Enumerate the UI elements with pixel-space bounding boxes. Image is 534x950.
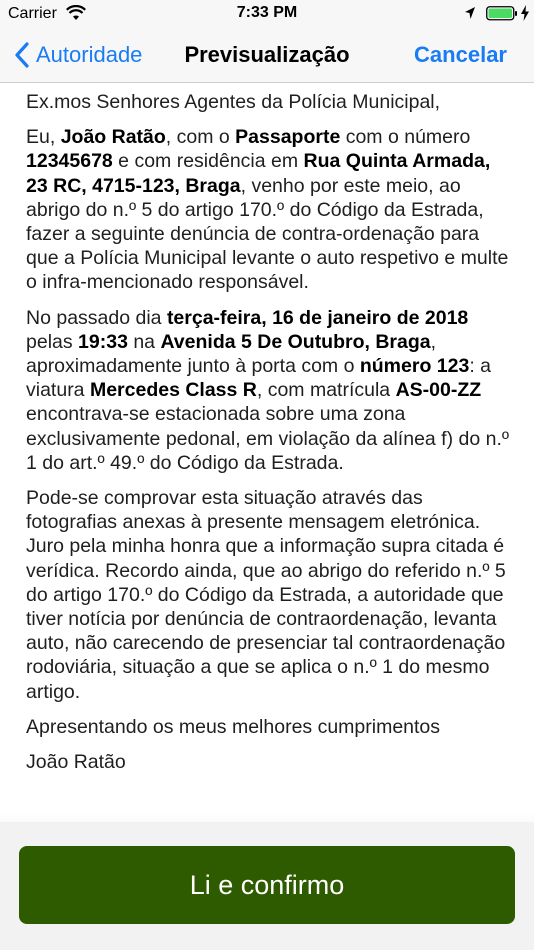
letter-paragraph-identity: Eu, João Ratão, com o Passaporte com o n… <box>26 126 509 294</box>
clock: 7:33 PM <box>236 4 298 21</box>
status-bar: Carrier 7:33 PM <box>0 0 534 28</box>
occurrence-place: Avenida 5 De Outubro, Braga <box>160 330 431 353</box>
complainant-name: João Ratão <box>60 126 166 149</box>
letter-paragraph-declaration: Pode-se comprovar esta situação através … <box>26 487 506 703</box>
occurrence-door-number: número 123 <box>359 355 470 378</box>
vehicle-model: Mercedes Class R <box>89 379 257 402</box>
navigation-bar: Autoridade Previsualização Cancelar <box>0 28 534 83</box>
charging-bolt-icon <box>521 5 529 21</box>
occurrence-date: terça-feira, 16 de janeiro de 2018 <box>166 306 469 329</box>
license-plate: AS-00-ZZ <box>395 379 482 402</box>
letter-preview: Ex.mos Senhores Agentes da Polícia Munic… <box>26 90 516 785</box>
letter-signature: João Ratão <box>26 751 126 774</box>
letter-paragraph-occurrence: No passado dia terça-feira, 16 de janeir… <box>26 306 509 474</box>
letter-closing: Apresentando os meus melhores cumpriment… <box>26 715 441 738</box>
battery-icon <box>486 6 517 21</box>
document-type: Passaporte <box>235 126 341 149</box>
confirm-button[interactable]: Li e confirmo <box>19 846 515 924</box>
document-number: 12345678 <box>26 150 113 173</box>
cancel-button[interactable]: Cancelar <box>414 42 507 68</box>
occurrence-time: 19:33 <box>78 330 128 353</box>
letter-greeting: Ex.mos Senhores Agentes da Polícia Munic… <box>26 91 441 113</box>
location-arrow-icon <box>465 7 475 19</box>
